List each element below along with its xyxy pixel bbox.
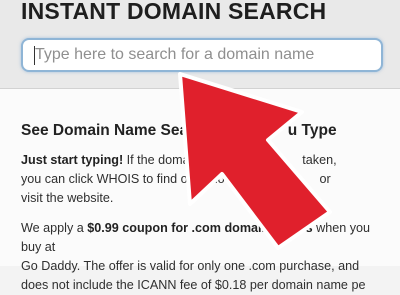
domain-search-input[interactable] bbox=[21, 38, 383, 72]
coupon-highlight: $0.99 coupon for .com domain names bbox=[87, 221, 313, 235]
intro-paragraph: Just start typing! If the domain name y t… bbox=[21, 151, 391, 208]
page-title: INSTANT DOMAIN SEARCH bbox=[21, 0, 327, 24]
coupon-line2: Go Daddy. The offer is valid for only on… bbox=[21, 259, 360, 273]
text-cursor bbox=[34, 46, 35, 65]
intro-line2-end: or bbox=[319, 172, 331, 186]
intro-line3: visit the website. bbox=[21, 191, 114, 205]
intro-line2: you can click WHOIS to find out who regi… bbox=[21, 172, 256, 186]
section-title: See Domain Name Search R u Type bbox=[21, 122, 337, 140]
coupon-text-start: We apply a bbox=[21, 221, 88, 235]
intro-line1-end: taken, bbox=[302, 153, 337, 167]
coupon-line3: does not include the ICANN fee of $0.18 … bbox=[21, 278, 366, 292]
section-title-start: See Domain Name Search R bbox=[21, 122, 228, 139]
section-title-end: u Type bbox=[287, 122, 337, 139]
intro-line1-rest: If the domain name y bbox=[123, 153, 245, 167]
intro-lead: Just start typing! bbox=[21, 153, 124, 167]
coupon-paragraph: We apply a $0.99 coupon for .com domain … bbox=[21, 219, 391, 295]
